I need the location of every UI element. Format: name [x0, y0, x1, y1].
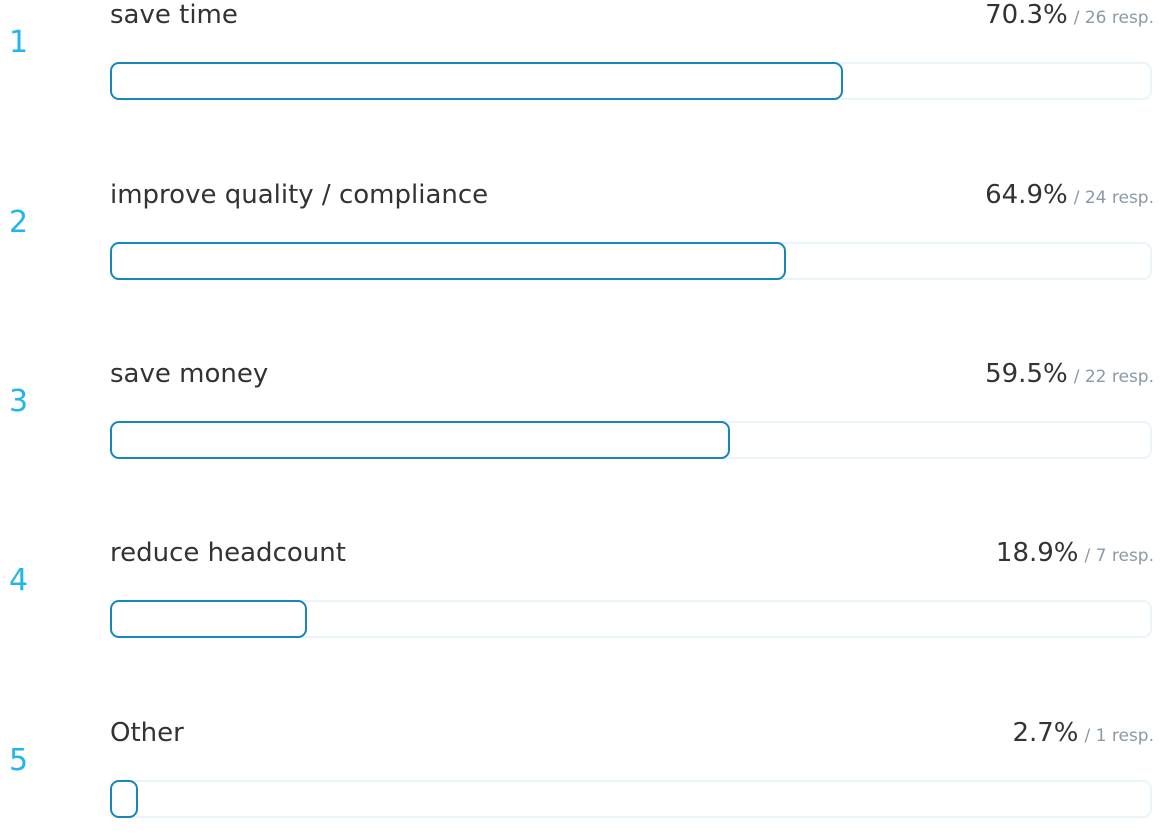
result-row: 4 reduce headcount 18.9%/ 7 resp.	[0, 538, 1164, 658]
rank-number: 2	[9, 205, 29, 240]
percent-value: 59.5%	[985, 359, 1068, 389]
bar	[110, 242, 786, 280]
rank-number: 5	[9, 743, 29, 778]
bar	[110, 600, 307, 638]
stats: 64.9%/ 24 resp.	[985, 180, 1154, 211]
response-count: / 24 resp.	[1073, 188, 1154, 208]
category-label: reduce headcount	[110, 538, 346, 568]
bar-track	[110, 780, 1152, 818]
bar	[110, 62, 843, 100]
result-row: 3 save money 59.5%/ 22 resp.	[0, 359, 1164, 479]
bar-track	[110, 421, 1152, 459]
percent-value: 18.9%	[995, 538, 1079, 568]
percent-value: 64.9%	[985, 180, 1068, 210]
stats: 18.9%/ 7 resp.	[996, 538, 1154, 569]
category-label: save time	[110, 0, 238, 30]
response-count: / 7 resp.	[1084, 546, 1154, 566]
rank-number: 1	[9, 25, 29, 60]
bar	[110, 780, 138, 818]
bar-track	[110, 62, 1152, 100]
result-row: 2 improve quality / compliance 64.9%/ 24…	[0, 180, 1164, 300]
percent-value: 2.7%	[1012, 718, 1079, 748]
bar-track	[110, 600, 1152, 638]
percent-value: 70.3%	[985, 0, 1068, 30]
response-count: / 26 resp.	[1073, 8, 1154, 28]
category-label: save money	[110, 359, 269, 389]
category-label: Other	[110, 718, 184, 748]
rank-number: 3	[9, 384, 29, 419]
category-label: improve quality / compliance	[110, 180, 489, 210]
rank-number: 4	[9, 563, 29, 598]
response-count: / 22 resp.	[1073, 367, 1154, 387]
result-row: 1 save time 70.3%/ 26 resp.	[0, 0, 1164, 120]
result-row: 5 Other 2.7%/ 1 resp.	[0, 718, 1164, 838]
response-count: / 1 resp.	[1084, 726, 1154, 746]
stats: 59.5%/ 22 resp.	[985, 359, 1154, 390]
bar	[110, 421, 730, 459]
stats: 2.7%/ 1 resp.	[1012, 718, 1154, 749]
bar-track	[110, 242, 1152, 280]
stats: 70.3%/ 26 resp.	[985, 0, 1154, 31]
